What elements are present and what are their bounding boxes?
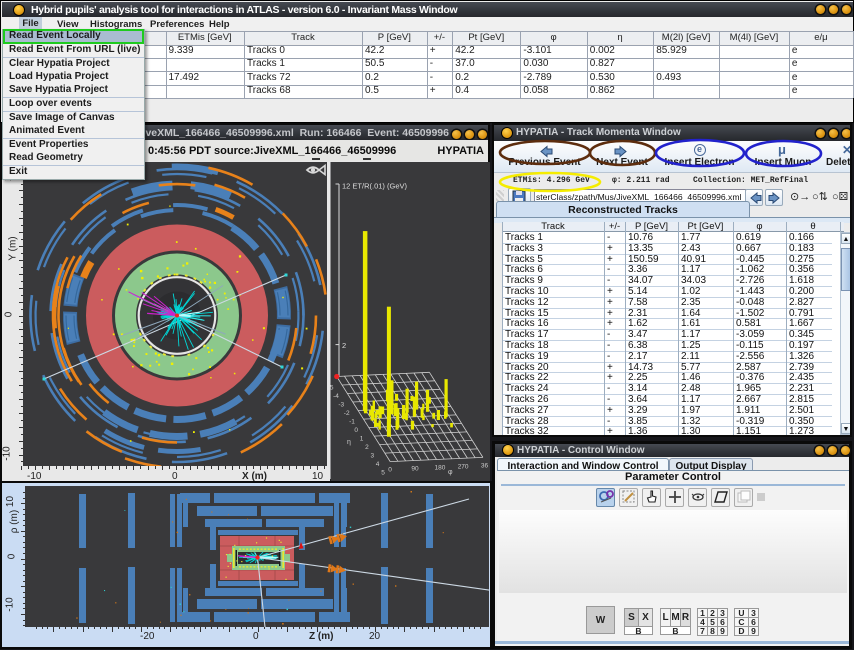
svg-text:36: 36 bbox=[481, 462, 489, 469]
svg-text:-5: -5 bbox=[330, 385, 334, 392]
svg-text:90: 90 bbox=[411, 466, 419, 473]
svg-text:-2: -2 bbox=[344, 410, 350, 417]
svg-text:270: 270 bbox=[458, 464, 469, 471]
svg-text:5: 5 bbox=[381, 470, 385, 477]
svg-text:2: 2 bbox=[365, 444, 369, 451]
svg-text:-3: -3 bbox=[338, 402, 344, 409]
svg-text:3: 3 bbox=[371, 453, 375, 460]
svg-text:η: η bbox=[347, 439, 351, 446]
svg-text:2: 2 bbox=[342, 341, 346, 350]
svg-text:0: 0 bbox=[388, 467, 392, 474]
svg-text:-1: -1 bbox=[349, 419, 355, 426]
svg-text:12 ET/R(.01) (GeV): 12 ET/R(.01) (GeV) bbox=[342, 182, 408, 191]
svg-text:180: 180 bbox=[435, 465, 446, 472]
svg-text:0: 0 bbox=[354, 427, 358, 434]
svg-text:-4: -4 bbox=[333, 393, 339, 400]
svg-text:φ: φ bbox=[448, 469, 453, 476]
svg-text:1: 1 bbox=[360, 436, 364, 443]
svg-text:4: 4 bbox=[376, 461, 380, 468]
